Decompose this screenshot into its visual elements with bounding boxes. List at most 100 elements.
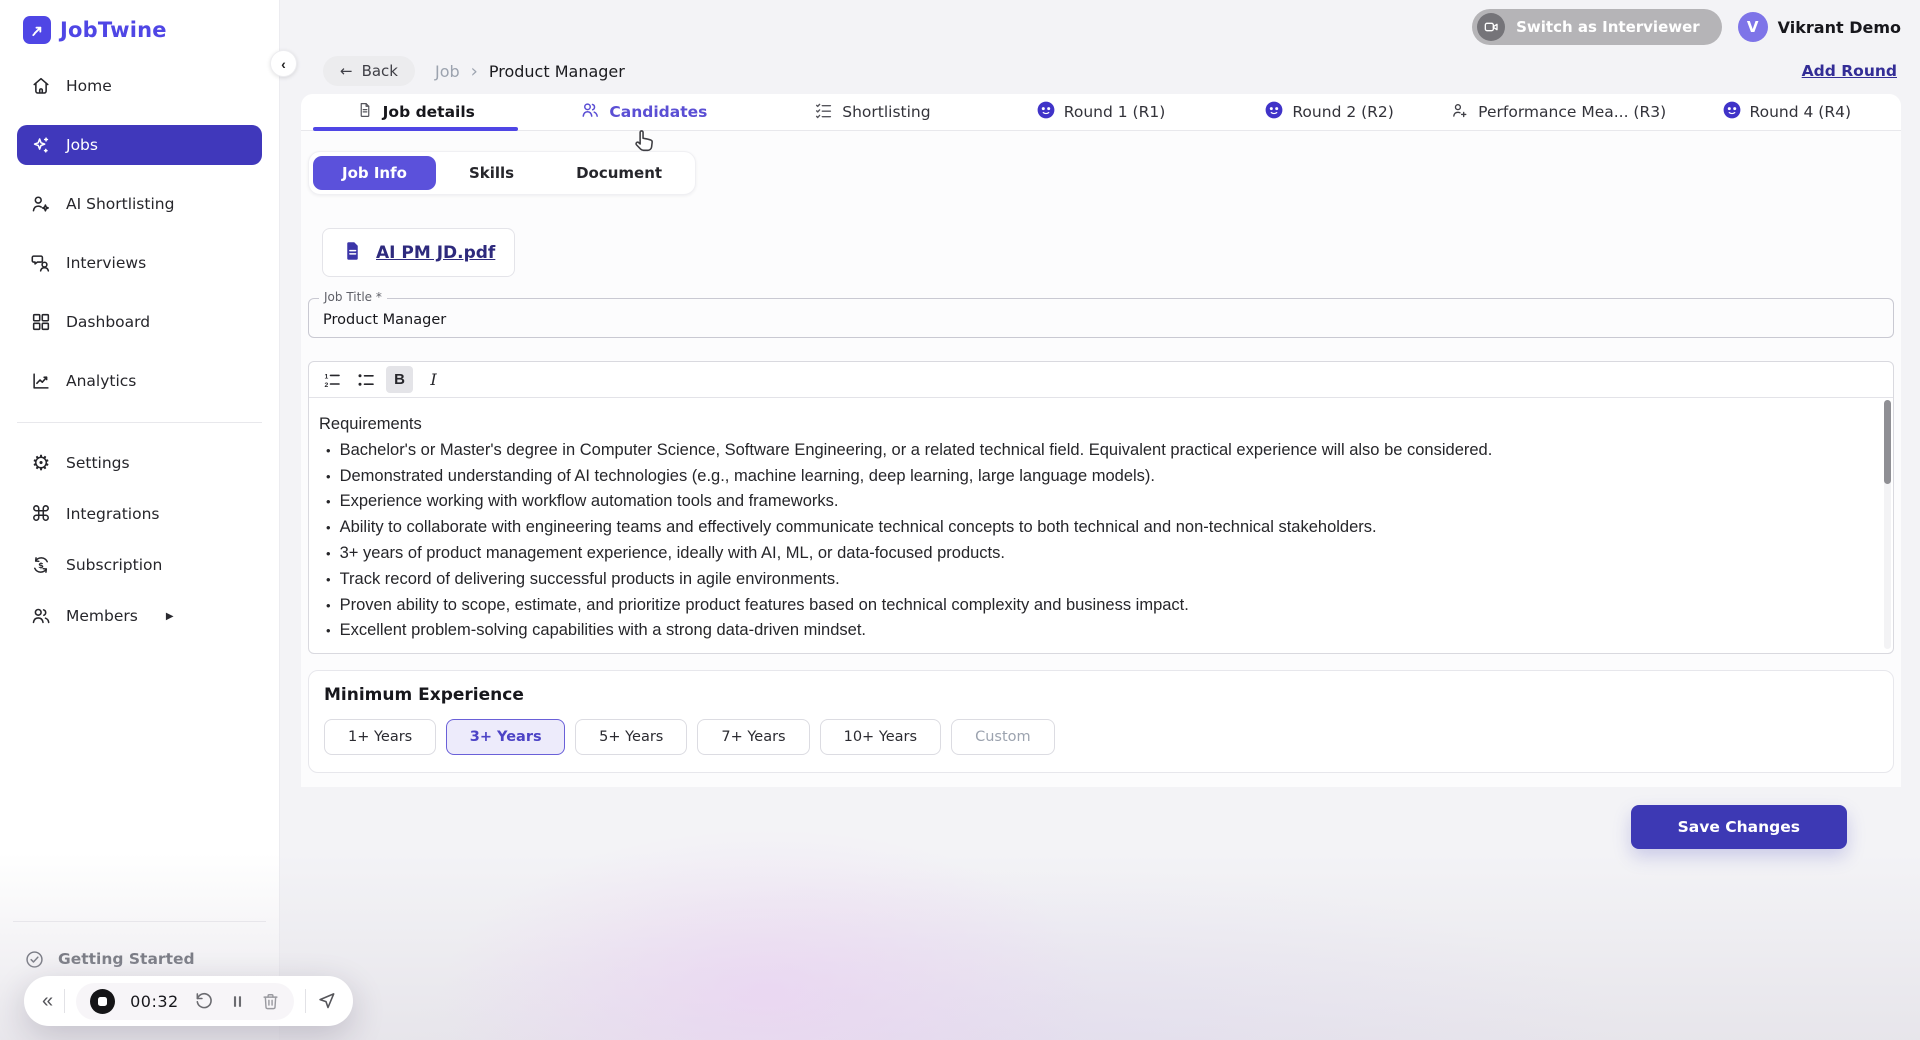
sidebar-item-label: Members [66,607,138,625]
job-description-editor: 12 B I Requirements Bachelor's or Master… [308,361,1894,654]
tab-round-4[interactable]: Round 4 (R4) [1672,94,1901,130]
experience-option-custom[interactable]: Custom [951,719,1055,755]
sidebar-item-label: Analytics [66,372,136,390]
experience-option-5-years[interactable]: 5+ Years [575,719,687,755]
tab-candidates[interactable]: Candidates [530,94,759,130]
sidebar-item-settings[interactable]: ⚙ Settings [17,443,262,483]
bot-icon [1723,101,1741,123]
svg-text:1: 1 [324,373,328,380]
tab-job-details[interactable]: Job details [301,94,530,130]
recorder-collapse-button[interactable]: « [42,991,53,1011]
sidebar-item-label: Subscription [66,556,162,574]
sidebar-item-jobs[interactable]: Jobs [17,125,262,165]
user-menu[interactable]: V Vikrant Demo [1738,12,1901,42]
bot-icon [1037,101,1055,123]
sidebar-item-integrations[interactable]: ⌘ Integrations [17,494,262,534]
editor-scrollbar-thumb[interactable] [1884,400,1891,484]
tab-label: Shortlisting [842,103,930,121]
jd-attachment-link[interactable]: AI PM JD.pdf [322,228,515,277]
requirement-item: Bachelor's or Master's degree in Compute… [319,438,1863,464]
minimum-experience-title: Minimum Experience [324,685,1878,705]
gear-icon: ⚙ [30,452,52,474]
sidebar-collapse-button[interactable]: ‹ [270,50,297,77]
switch-as-interviewer-button[interactable]: Switch as Interviewer [1472,9,1722,45]
chat-person-icon [30,252,52,274]
sidebar-item-dashboard[interactable]: Dashboard [17,302,262,342]
sparkles-icon [30,134,52,156]
recorder-controls: 00:32 [76,983,294,1020]
add-round-link[interactable]: Add Round [1802,62,1897,80]
restart-recording-button[interactable] [194,991,214,1011]
requirements-heading: Requirements [319,412,1863,438]
recorder-divider [64,989,65,1013]
bold-button[interactable]: B [386,366,413,393]
sidebar-item-label: Integrations [66,505,159,523]
italic-button[interactable]: I [420,366,447,393]
check-circle-icon [23,948,45,970]
tab-shortlisting[interactable]: Shortlisting [758,94,987,130]
requirement-item: Experience working with workflow automat… [319,489,1863,515]
recorder-divider [305,989,306,1013]
document-icon [356,101,374,123]
tab-label: Round 4 (R4) [1750,103,1851,121]
bullet-list-button[interactable] [352,366,379,393]
job-tabbar: Job details Candidates Shortlisting [301,94,1901,131]
avatar: V [1738,12,1768,42]
getting-started-button[interactable]: Getting Started [17,948,262,970]
sidebar-item-home[interactable]: Home [17,66,262,106]
sidebar-item-label: Interviews [66,254,146,272]
subtab-document[interactable]: Document [547,156,691,190]
stop-recording-button[interactable] [90,989,115,1014]
editor-toolbar: 12 B I [309,362,1893,398]
job-description-text[interactable]: Requirements Bachelor's or Master's degr… [309,398,1893,653]
sidebar-footer-divider [13,921,266,922]
tab-round-1[interactable]: Round 1 (R1) [987,94,1216,130]
back-label: Back [362,62,398,80]
experience-option-7-years[interactable]: 7+ Years [697,719,809,755]
sidebar-item-analytics[interactable]: Analytics [17,361,262,401]
svg-text:$: $ [38,560,44,570]
app-logo[interactable]: JobTwine [17,14,262,66]
sidebar-item-label: Dashboard [66,313,150,331]
experience-option-10-years[interactable]: 10+ Years [820,719,941,755]
tab-round-2[interactable]: Round 2 (R2) [1215,94,1444,130]
tab-label: Round 1 (R1) [1064,103,1165,121]
pause-recording-button[interactable] [229,993,246,1010]
sidebar-item-ai-shortlisting[interactable]: AI Shortlisting [17,184,262,224]
person-plus-icon [1450,101,1469,124]
job-title-input[interactable] [308,298,1894,338]
home-icon [30,75,52,97]
delete-recording-button[interactable] [261,992,280,1011]
sidebar-item-members[interactable]: Members ▶ [17,596,262,636]
experience-options: 1+ Years 3+ Years 5+ Years 7+ Years 10+ … [324,719,1878,755]
svg-text:2: 2 [324,382,328,389]
back-button[interactable]: ← Back [323,56,415,86]
cursor-toggle-button[interactable] [317,991,337,1011]
subtab-skills[interactable]: Skills [440,156,543,190]
sidebar-footer: Getting Started [17,921,262,970]
breadcrumb-section[interactable]: Job [435,62,460,81]
experience-option-1-years[interactable]: 1+ Years [324,719,436,755]
save-row: Save Changes [301,805,1901,849]
italic-icon: I [430,370,436,389]
video-camera-icon [1477,13,1505,41]
sidebar-item-interviews[interactable]: Interviews [17,243,262,283]
ordered-list-button[interactable]: 12 [318,366,345,393]
subtab-job-info[interactable]: Job Info [313,156,436,190]
tab-round-3-performance[interactable]: Performance Mea... (R3) [1444,94,1673,130]
bold-icon: B [394,371,405,388]
people-icon [580,100,600,124]
requirement-item: Demonstrated understanding of AI technol… [319,464,1863,490]
submenu-caret-icon: ▶ [166,611,174,622]
screen-recorder-toolbar: « 00:32 [24,976,353,1026]
app-title: JobTwine [60,18,167,42]
sidebar-item-subscription[interactable]: $ Subscription [17,545,262,585]
refresh-dollar-icon: $ [30,554,52,576]
requirement-item: Track record of delivering successful pr… [319,567,1863,593]
requirement-item: Excellent problem-solving capabilities w… [319,618,1863,644]
experience-option-3-years[interactable]: 3+ Years [446,719,565,755]
logo-icon [23,16,51,44]
chevron-left-icon: ‹ [281,56,286,72]
save-changes-button[interactable]: Save Changes [1631,805,1847,849]
job-title-label: Job Title * [319,290,387,304]
